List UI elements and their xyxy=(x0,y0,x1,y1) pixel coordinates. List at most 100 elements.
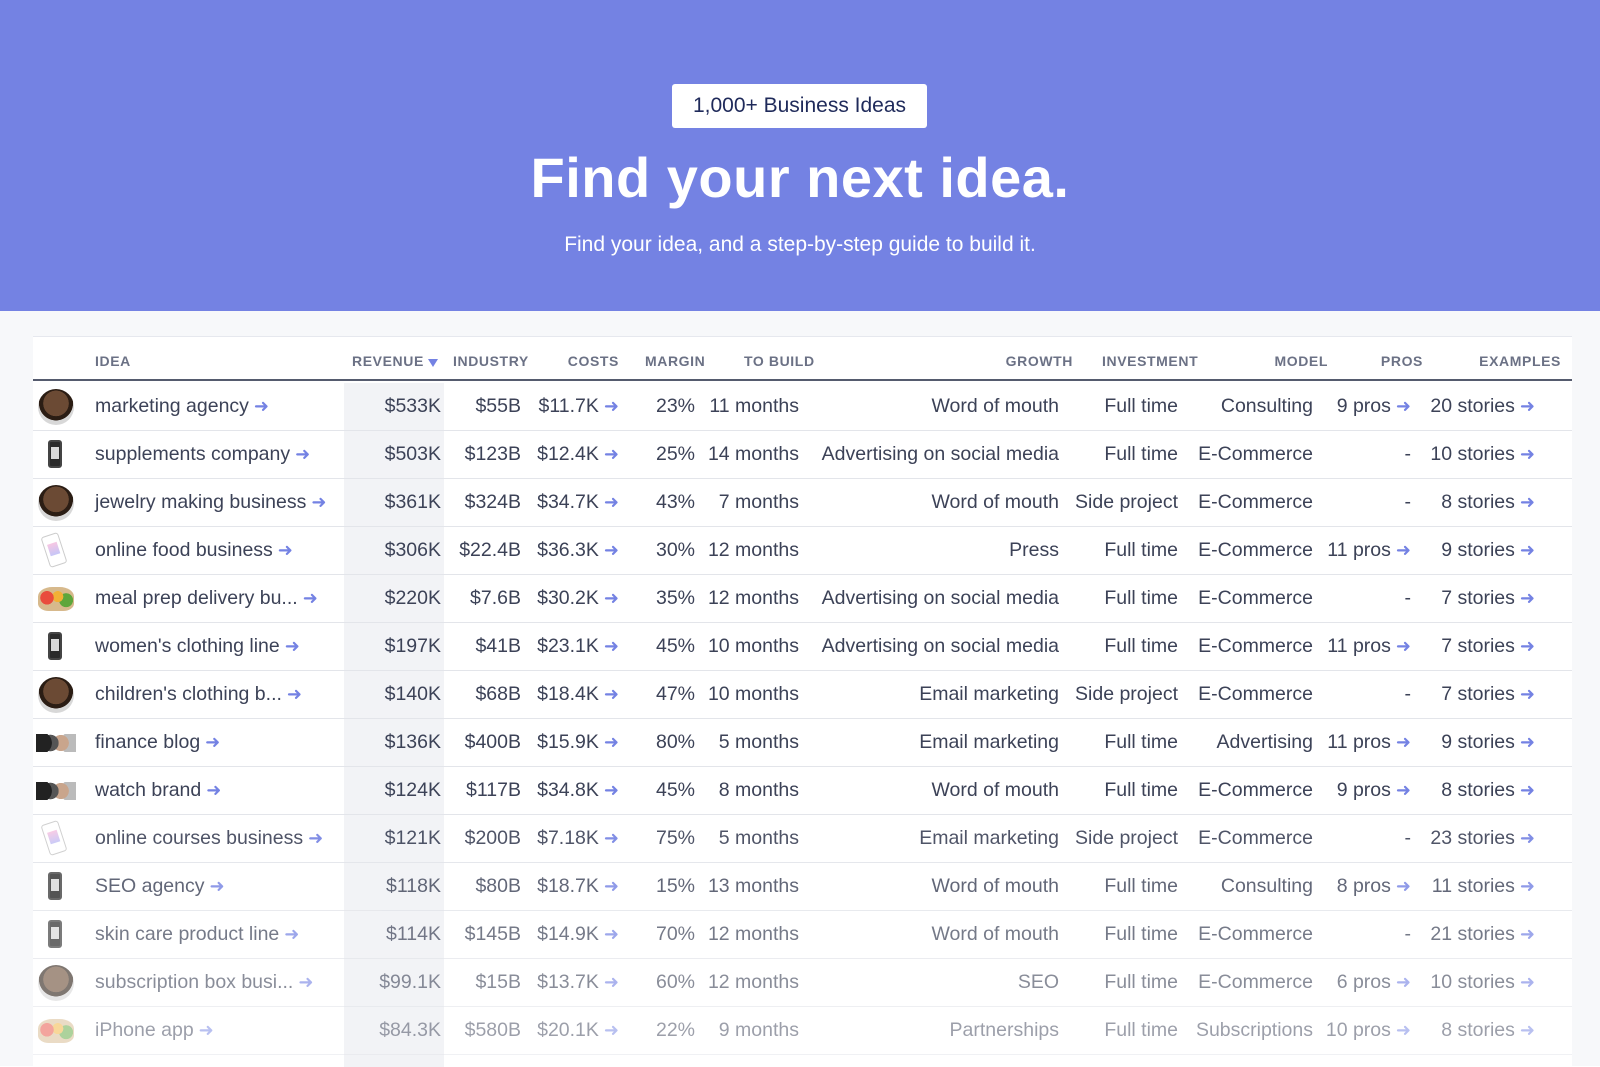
examples-cell[interactable]: 8 stories ➜ xyxy=(1413,1007,1535,1055)
costs-cell[interactable]: $34.8K ➜ xyxy=(521,767,619,815)
examples-cell[interactable]: 7 stories ➜ xyxy=(1413,575,1535,623)
idea-link[interactable]: children's clothing b... ➜ xyxy=(95,671,340,719)
costs-cell[interactable]: $23.1K ➜ xyxy=(521,623,619,671)
idea-link[interactable]: women's clothing line ➜ xyxy=(95,623,340,671)
examples-cell[interactable]: 9 stories ➜ xyxy=(1413,719,1535,767)
costs-cell[interactable]: $18.7K ➜ xyxy=(521,863,619,911)
ideas-count-badge[interactable]: 1,000+ Business Ideas xyxy=(672,84,927,128)
industry-cell-text: $15B xyxy=(475,971,521,993)
examples-cell[interactable]: 10 stories ➜ xyxy=(1413,431,1535,479)
idea-link[interactable]: jewelry making business ➜ xyxy=(95,479,340,527)
examples-cell[interactable]: 8 stories ➜ xyxy=(1413,479,1535,527)
table-row[interactable]: jewelry making business ➜ $361K $324B $34.7K… xyxy=(33,479,1572,527)
table-row[interactable]: supplements company ➜ $503K $123B $12.4K ➜ 25%… xyxy=(33,431,1572,479)
examples-cell[interactable]: 8 stories ➜ xyxy=(1413,767,1535,815)
margin-cell-text: 70% xyxy=(655,923,695,945)
table-row[interactable]: finance blog ➜ $136K $400B $15.9K ➜ 80% 5 month… xyxy=(33,719,1572,767)
pros-cell-text: - xyxy=(1404,923,1412,945)
costs-cell[interactable]: $14.9K ➜ xyxy=(521,911,619,959)
costs-cell[interactable]: $11.7K ➜ xyxy=(521,383,619,431)
pros-cell[interactable]: 6 pros ➜ xyxy=(1313,959,1411,1007)
costs-cell[interactable]: $30.2K ➜ xyxy=(521,575,619,623)
pros-cell[interactable]: 10 pros ➜ xyxy=(1313,1007,1411,1055)
header-idea[interactable]: IDEA xyxy=(95,353,131,369)
costs-cell[interactable]: $36.3K ➜ xyxy=(521,527,619,575)
idea-link[interactable]: iPhone app ➜ xyxy=(95,1007,340,1055)
arrow-right-icon: ➜ xyxy=(603,780,619,800)
arrow-right-icon: ➜ xyxy=(1519,540,1535,560)
industry-cell-text: $117B xyxy=(466,779,521,801)
pros-cell[interactable]: 8 pros ➜ xyxy=(1313,863,1411,911)
table-row[interactable]: iPhone app ➜ $84.3K $580B $20.1K ➜ 22% 9 months… xyxy=(33,1007,1572,1055)
industry-cell: $68B xyxy=(441,671,521,719)
costs-cell[interactable]: $12.4K ➜ xyxy=(521,431,619,479)
arrow-right-icon: ➜ xyxy=(1519,780,1535,800)
model-cell: E-Commerce xyxy=(1183,815,1313,863)
table-row[interactable]: marketing agency ➜ $533K $55B $11.7K ➜ 23% 11 m… xyxy=(33,383,1572,431)
table-row[interactable]: watch brand ➜ $124K $117B $34.8K ➜ 45% 8 months… xyxy=(33,767,1572,815)
costs-cell-text: $13.7K xyxy=(537,971,599,993)
investment-cell-text: Full time xyxy=(1104,875,1178,897)
costs-cell[interactable]: $7.18K ➜ xyxy=(521,815,619,863)
examples-cell[interactable]: 7 stories ➜ xyxy=(1413,623,1535,671)
pros-cell-text: 10 pros xyxy=(1325,1019,1391,1041)
arrow-right-icon: ➜ xyxy=(603,396,619,416)
costs-cell[interactable]: $18.4K ➜ xyxy=(521,671,619,719)
header-revenue[interactable]: REVENUE xyxy=(352,353,438,369)
pros-cell[interactable]: 9 pros ➜ xyxy=(1313,767,1411,815)
examples-cell-text: 7 stories xyxy=(1441,683,1515,705)
table-row[interactable]: online courses business ➜ $121K $200B $7.18K… xyxy=(33,815,1572,863)
growth-cell-text: Advertising on social media xyxy=(821,587,1059,609)
header-model[interactable]: MODEL xyxy=(1233,353,1328,369)
arrow-right-icon: ➜ xyxy=(603,924,619,944)
arrow-right-icon: ➜ xyxy=(603,828,619,848)
header-costs[interactable]: COSTS xyxy=(533,353,619,369)
investment-cell-text: Side project xyxy=(1075,827,1178,849)
examples-cell[interactable]: 10 stories ➜ xyxy=(1413,959,1535,1007)
idea-link[interactable]: meal prep delivery bu... ➜ xyxy=(95,575,340,623)
idea-link[interactable]: online food business ➜ xyxy=(95,527,340,575)
table-row[interactable]: women's clothing line ➜ $197K $41B $23.1K ➜ 45… xyxy=(33,623,1572,671)
model-cell-text: E-Commerce xyxy=(1198,779,1313,801)
table-row[interactable]: meal prep delivery bu... ➜ $220K $7.6B $30.2… xyxy=(33,575,1572,623)
costs-cell[interactable]: $13.7K ➜ xyxy=(521,959,619,1007)
header-to-build[interactable]: TO BUILD xyxy=(744,353,815,369)
costs-cell[interactable]: $20.1K ➜ xyxy=(521,1007,619,1055)
idea-link[interactable]: subscription box busi... ➜ xyxy=(95,959,340,1007)
header-investment[interactable]: INVESTMENT xyxy=(1102,353,1198,369)
table-row[interactable]: subscription box busi... ➜ $99.1K $15B $13.7… xyxy=(33,959,1572,1007)
header-industry[interactable]: INDUSTRY xyxy=(453,353,529,369)
industry-cell: $22.4B xyxy=(441,527,521,575)
growth-cell: Advertising on social media xyxy=(803,623,1059,671)
growth-cell: Partnerships xyxy=(803,1007,1059,1055)
table-row[interactable]: skin care product line ➜ $114K $145B $14.9K ➜… xyxy=(33,911,1572,959)
header-margin[interactable]: MARGIN xyxy=(645,353,705,369)
idea-link[interactable]: supplements company ➜ xyxy=(95,431,340,479)
costs-cell[interactable]: $15.9K ➜ xyxy=(521,719,619,767)
examples-cell[interactable]: 7 stories ➜ xyxy=(1413,671,1535,719)
idea-link[interactable]: SEO agency ➜ xyxy=(95,863,340,911)
costs-cell[interactable]: $34.7K ➜ xyxy=(521,479,619,527)
table-row[interactable]: online food business ➜ $306K $22.4B $36.3K ➜ 3… xyxy=(33,527,1572,575)
pros-cell[interactable]: 11 pros ➜ xyxy=(1313,623,1411,671)
examples-cell[interactable]: 9 stories ➜ xyxy=(1413,527,1535,575)
pros-cell[interactable]: 9 pros ➜ xyxy=(1313,383,1411,431)
idea-link[interactable]: online courses business ➜ xyxy=(95,815,340,863)
pros-cell[interactable]: 11 pros ➜ xyxy=(1313,719,1411,767)
examples-cell-text: 21 stories xyxy=(1430,923,1515,945)
header-examples[interactable]: EXAMPLES xyxy=(1443,353,1561,369)
idea-link[interactable]: watch brand ➜ xyxy=(95,767,340,815)
header-growth[interactable]: GROWTH xyxy=(933,353,1073,369)
examples-cell[interactable]: 21 stories ➜ xyxy=(1413,911,1535,959)
idea-link[interactable]: skin care product line ➜ xyxy=(95,911,340,959)
header-pros[interactable]: PROS xyxy=(1343,353,1423,369)
examples-cell[interactable]: 20 stories ➜ xyxy=(1413,383,1535,431)
pros-cell[interactable]: 11 pros ➜ xyxy=(1313,527,1411,575)
idea-link[interactable]: marketing agency ➜ xyxy=(95,383,340,431)
content-area: IDEA REVENUE INDUSTRY COSTS MARGIN TO BU… xyxy=(0,311,1600,1067)
examples-cell[interactable]: 23 stories ➜ xyxy=(1413,815,1535,863)
examples-cell[interactable]: 11 stories ➜ xyxy=(1413,863,1535,911)
table-row[interactable]: children's clothing b... ➜ $140K $68B $18.4K… xyxy=(33,671,1572,719)
table-row[interactable]: SEO agency ➜ $118K $80B $18.7K ➜ 15% 13 months W… xyxy=(33,863,1572,911)
idea-link[interactable]: finance blog ➜ xyxy=(95,719,340,767)
